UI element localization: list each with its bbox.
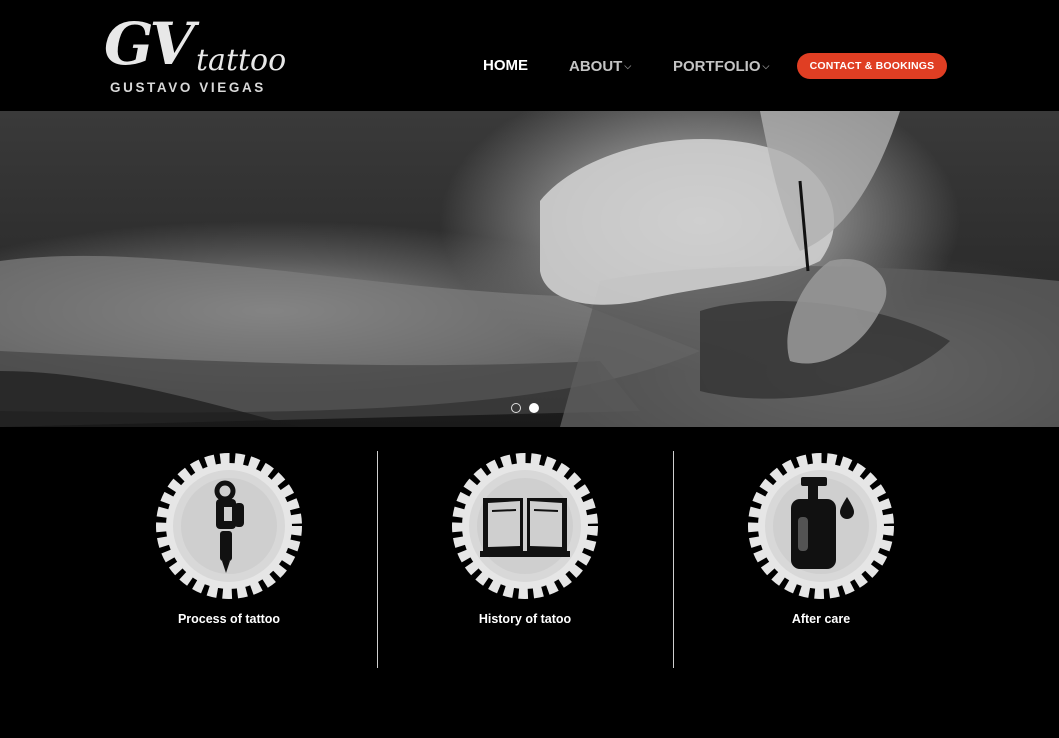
feature-process[interactable]: Process of tattoo <box>129 451 329 626</box>
feature-aftercare[interactable]: After care <box>721 451 921 626</box>
book-icon <box>452 453 598 599</box>
site-header: GV tattoo GUSTAVO VIEGAS HOME ABOUT ⌵ POR… <box>0 0 1059 111</box>
chevron-down-icon: ⌵ <box>762 61 770 71</box>
nav-item-label: HOME <box>483 57 528 74</box>
feature-divider <box>377 451 378 668</box>
nav-item-about[interactable]: ABOUT ⌵ <box>569 52 631 80</box>
nav-item-portfolio[interactable]: PORTFOLIO ⌵ <box>673 52 769 80</box>
tattoo-machine-icon <box>156 453 302 599</box>
logo-subtitle: GUSTAVO VIEGAS <box>110 80 266 95</box>
slide-dot-2[interactable] <box>529 403 539 413</box>
chevron-down-icon: ⌵ <box>624 61 632 71</box>
site-logo[interactable]: GV tattoo GUSTAVO VIEGAS <box>104 10 286 98</box>
feature-divider <box>673 451 674 668</box>
nav-item-home[interactable]: HOME <box>483 52 528 80</box>
logo-script: tattoo <box>196 43 287 78</box>
lotion-bottle-icon <box>748 453 894 599</box>
contact-bookings-button[interactable]: CONTACT & BOOKINGS <box>797 53 947 79</box>
feature-label: After care <box>791 612 851 626</box>
feature-history[interactable]: History of tatoo <box>425 451 625 626</box>
features-section: Process of tattoo History of tatoo After… <box>0 427 1059 738</box>
nav-item-label: PORTFOLIO <box>673 58 761 75</box>
slide-dot-1[interactable] <box>511 403 521 413</box>
hero-image <box>0 111 1059 427</box>
logo-brand: GV <box>104 10 195 78</box>
nav-item-label: ABOUT <box>569 58 623 75</box>
hero-slider <box>0 111 1059 427</box>
feature-label: History of tatoo <box>478 612 572 626</box>
feature-label: Process of tattoo <box>177 612 281 626</box>
